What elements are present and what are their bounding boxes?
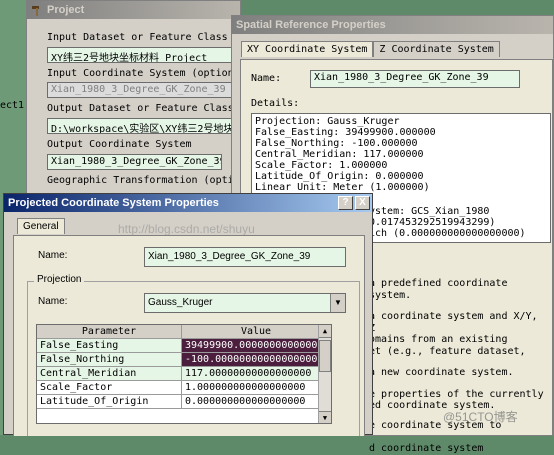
details-line: Linear Unit: Meter (1.000000): [255, 182, 430, 193]
project-titlebar[interactable]: Project: [27, 1, 240, 19]
output-dataset-field[interactable]: D:\workspace\实验区\XY纬三2号地块: [47, 118, 242, 134]
help-line: a predefined coordinate system.: [369, 278, 508, 301]
scroll-down-icon[interactable]: ▼: [319, 411, 331, 423]
project-title: Project: [47, 4, 85, 16]
table-row[interactable]: False_Easting 39499900.0000000000000000: [37, 339, 331, 353]
srp-details-label: Details:: [251, 98, 300, 109]
output-cs-field[interactable]: Xian_1980_3_Degree_GK_Zone_39: [47, 154, 222, 170]
help-line: et (e.g., feature dataset,: [369, 345, 526, 357]
table-row[interactable]: Scale_Factor 1.000000000000000000: [37, 381, 331, 395]
details-tail-line: ystem: GCS_Xian_1980: [369, 206, 490, 217]
param-name: False_Easting: [37, 339, 182, 353]
srp-titlebar[interactable]: Spatial Reference Properties: [232, 16, 553, 34]
tab-xy-coordinate-system[interactable]: XY Coordinate System: [241, 41, 374, 57]
close-button[interactable]: X: [355, 196, 370, 210]
details-line: Latitude_Of_Origin: 0.000000: [255, 171, 424, 182]
help-line: a coordinate system and X/Y, Z: [369, 311, 538, 334]
output-cs-label: Output Coordinate System: [47, 139, 192, 150]
pcs-titlebar[interactable]: Projected Coordinate System Properties ?…: [4, 194, 372, 212]
param-value[interactable]: 39499900.0000000000000000: [182, 339, 331, 353]
details-line: False_Northing: -100.000000: [255, 138, 418, 149]
parameter-grid[interactable]: Parameter Value False_Easting 39499900.0…: [36, 324, 332, 424]
table-row[interactable]: Central_Meridian 117.00000000000000000: [37, 367, 331, 381]
hammer-icon: [31, 4, 43, 16]
srp-name-label: Name:: [251, 73, 282, 84]
pcs-name-label: Name:: [38, 250, 68, 261]
projection-select-value: Gauss_Kruger: [148, 297, 213, 308]
scroll-thumb[interactable]: [319, 340, 331, 372]
input-cs-field[interactable]: Xian_1980_3_Degree_GK_Zone_39: [47, 82, 242, 98]
left-label: ect1: [0, 100, 25, 111]
param-name: False_Northing: [37, 353, 182, 367]
srp-help-text: a predefined coordinate system. a coordi…: [369, 278, 549, 455]
details-line: False_Easting: 39499900.000000: [255, 127, 436, 138]
srp-name-field[interactable]: Xian_1980_3_Degree_GK_Zone_39: [310, 70, 520, 88]
table-row[interactable]: Latitude_Of_Origin 0.000000000000000000: [37, 395, 331, 409]
tab-general[interactable]: General: [17, 218, 65, 234]
param-name: Latitude_Of_Origin: [37, 395, 182, 409]
site-watermark: @51CTO博客: [443, 410, 518, 424]
param-name: Central_Meridian: [37, 367, 182, 381]
param-value[interactable]: -100.000000000000000000: [182, 353, 331, 367]
details-line: Projection: Gauss_Kruger: [255, 116, 400, 127]
pcs-name-field[interactable]: Xian_1980_3_Degree_GK_Zone_39: [144, 247, 346, 267]
grid-scrollbar[interactable]: ▲ ▼: [318, 325, 331, 423]
tab-z-coordinate-system[interactable]: Z Coordinate System: [373, 41, 500, 57]
details-tail-line: 0.017453292519943299): [369, 217, 496, 228]
help-line: d coordinate system: [369, 443, 484, 454]
chevron-down-icon[interactable]: ▼: [330, 294, 345, 312]
srp-tabs: XY Coordinate System Z Coordinate System: [241, 41, 500, 57]
grid-header-value[interactable]: Value: [182, 325, 331, 339]
input-dataset-label: Input Dataset or Feature Class: [47, 32, 228, 43]
help-button[interactable]: ?: [338, 196, 353, 210]
details-line: Central_Meridian: 117.000000: [255, 149, 424, 160]
srp-title: Spatial Reference Properties: [236, 19, 386, 31]
details-line: Scale_Factor: 1.000000: [255, 160, 388, 171]
param-value[interactable]: 1.000000000000000000: [182, 381, 331, 395]
param-value[interactable]: 0.000000000000000000: [182, 395, 331, 409]
scroll-up-icon[interactable]: ▲: [319, 325, 331, 338]
grid-header-row: Parameter Value: [37, 325, 331, 339]
srp-details-tail: ystem: GCS_Xian_1980 0.01745329251994329…: [369, 206, 549, 239]
grid-header-parameter[interactable]: Parameter: [37, 325, 182, 339]
projection-group-title: Projection: [34, 274, 85, 285]
help-line: a new coordinate system.: [369, 367, 514, 378]
help-line: e properties of the currently: [369, 388, 544, 400]
table-row[interactable]: False_Northing -100.000000000000000000: [37, 353, 331, 367]
pcs-title: Projected Coordinate System Properties: [8, 197, 219, 209]
details-tail-line: ich (0.000000000000000000): [369, 228, 526, 239]
projection-select[interactable]: Gauss_Kruger ▼: [144, 293, 346, 313]
projection-name-label: Name:: [38, 296, 68, 307]
help-line: omains from an existing: [369, 334, 508, 345]
param-value[interactable]: 117.00000000000000000: [182, 367, 331, 381]
input-cs-label: Input Coordinate System (optional: [47, 68, 246, 79]
blog-watermark: http://blog.csdn.net/shuyu: [118, 222, 255, 236]
geo-transform-label: Geographic Transformation (option: [47, 175, 246, 186]
input-dataset-field[interactable]: XY纬三2号地块坐标材料_Project: [47, 47, 242, 63]
output-dataset-label: Output Dataset or Feature Class: [47, 103, 234, 114]
param-name: Scale_Factor: [37, 381, 182, 395]
